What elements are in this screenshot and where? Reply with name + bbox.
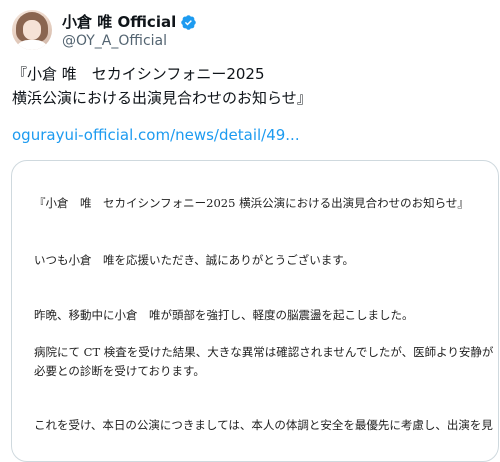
author-name[interactable]: 小倉 唯 Official [62,12,176,32]
document-line: これを受け、本日の公演につきましては、本人の体調と安全を最優先に考慮し、出演を見 [34,418,493,432]
news-link[interactable]: ogurayui-official.com/news/detail/49... [12,125,300,145]
author-handle[interactable]: @OY_A_Official [62,32,167,50]
tweet-text: 『小倉 唯 セカイシンフォニー2025 横浜公演における出演見合わせのお知らせ』 [12,62,488,110]
document-title: 『小倉 唯 セカイシンフォニー2025 横浜公演における出演見合わせのお知らせ』 [34,196,469,210]
author-name-row: 小倉 唯 Official [62,12,197,32]
document-line: 病院にて CT 検査を受けた結果、大きな異常は確認されませんでしたが、医師より安… [34,345,494,359]
tweet-text-line: 横浜公演における出演見合わせのお知らせ』 [12,89,312,107]
document-line: いつも小倉 唯を応援いただき、誠にありがとうございます。 [34,253,355,267]
document-line: 昨晩、移動中に小倉 唯が頭部を強打し、軽度の脳震盪を起こしました。 [34,308,414,322]
tweet-header: 小倉 唯 Official @OY_A_Official [12,10,488,54]
document-line: 必要との診断を受けております。 [34,364,205,378]
avatar[interactable] [12,10,52,50]
tweet-text-line: 『小倉 唯 セカイシンフォニー2025 [12,65,265,83]
attached-image-card[interactable]: 『小倉 唯 セカイシンフォニー2025 横浜公演における出演見合わせのお知らせ』… [11,160,499,462]
verified-badge-icon [181,14,196,30]
